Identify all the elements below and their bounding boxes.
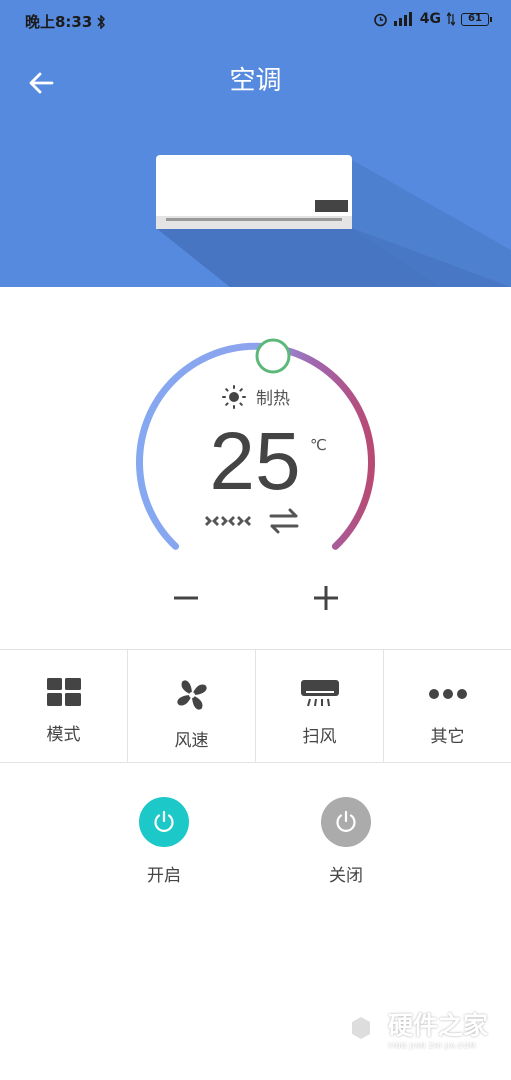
mode-grid-icon	[46, 678, 81, 706]
power-icon	[154, 810, 174, 832]
swing-icon	[300, 680, 339, 707]
fan-speed-icon	[205, 516, 251, 526]
increase-temperature-button[interactable]	[306, 578, 346, 618]
more-button[interactable]: 其它	[384, 650, 511, 762]
swing-arrows-icon	[269, 508, 299, 534]
more-label: 其它	[430, 727, 465, 747]
battery-indicator: 61	[461, 12, 492, 26]
mode-label: 制热	[256, 389, 290, 409]
signal-icon	[393, 12, 412, 26]
power-off-label: 关闭	[329, 866, 363, 886]
data-arrows-icon	[447, 12, 455, 26]
mode-indicator: 制热	[222, 384, 290, 409]
header: 晚上8:33 4G 61 空调	[0, 0, 511, 287]
swing-label: 扫风	[302, 727, 337, 747]
power-on-button[interactable]: 开启	[139, 797, 189, 886]
sun-icon	[222, 384, 246, 409]
temperature-value: 25	[209, 416, 301, 507]
swing-button[interactable]: 扫风	[256, 650, 384, 762]
watermark-text: 硬件之家	[388, 1011, 489, 1040]
power-off-circle[interactable]	[321, 797, 371, 847]
alarm-icon	[373, 13, 387, 26]
decrease-temperature-button[interactable]	[166, 578, 206, 618]
power-on-label: 开启	[147, 866, 181, 886]
watermark-logo-icon	[341, 1005, 381, 1051]
minus-icon	[174, 596, 198, 600]
bluetooth-icon	[97, 14, 106, 29]
dial-knob	[255, 338, 291, 374]
power-off-button[interactable]: 关闭	[321, 797, 371, 886]
power-on-circle[interactable]	[139, 797, 189, 847]
status-bar: 晚上8:33 4G 61	[0, 0, 511, 40]
fan-icon	[176, 680, 207, 710]
watermark-subtext: YING JIAN ZHI JIA.COM	[388, 1042, 476, 1050]
network-type: 4G	[419, 11, 441, 27]
fan-speed-button[interactable]: 风速	[128, 650, 256, 762]
mode-button[interactable]: 模式	[0, 650, 128, 762]
fan-speed-label: 风速	[174, 731, 209, 751]
watermark: 硬件之家 YING JIAN ZHI JIA.COM	[340, 1005, 488, 1051]
status-time: 晚上8:33	[25, 13, 93, 31]
page-title: 空调	[229, 66, 282, 96]
air-conditioner-illustration	[156, 155, 511, 287]
function-grid: 模式 风速 扫风 其它	[0, 649, 511, 763]
power-icon	[336, 810, 356, 832]
temperature-unit: ℃	[310, 436, 327, 454]
mode-button-label: 模式	[46, 725, 81, 745]
plus-icon	[314, 586, 338, 610]
more-icon	[428, 689, 467, 699]
